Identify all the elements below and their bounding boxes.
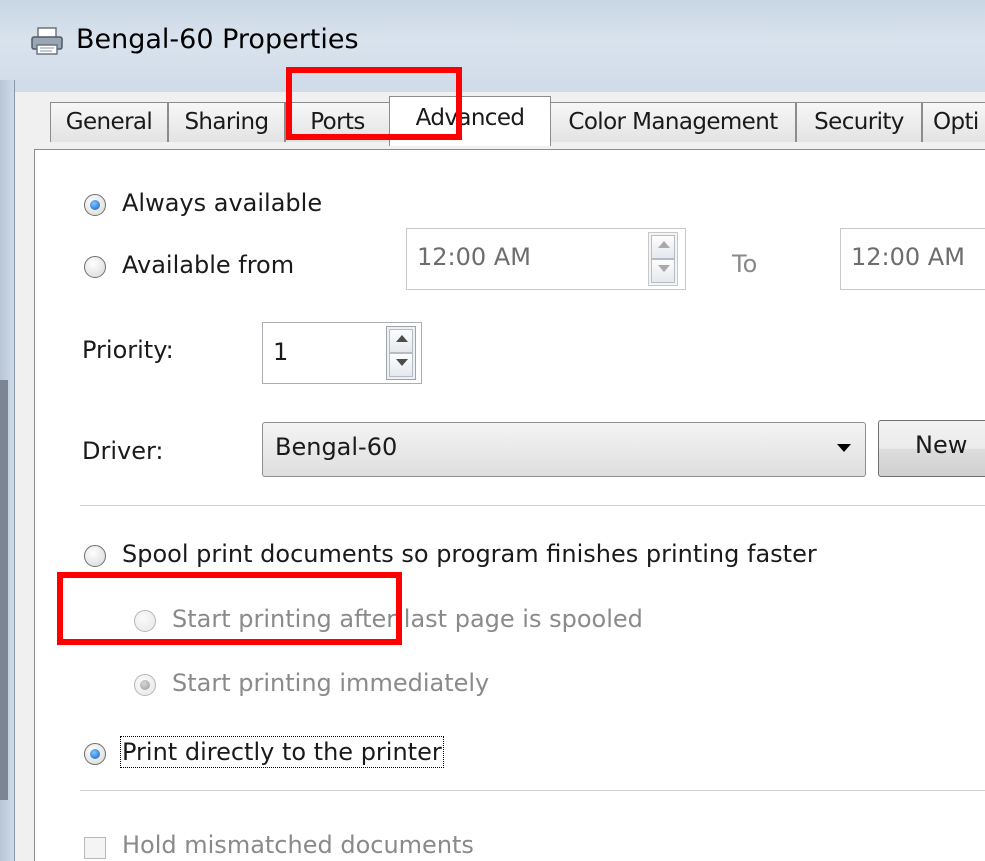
printer-icon [31, 27, 63, 55]
always-available-radio[interactable] [84, 194, 106, 216]
spool-label[interactable]: Spool print documents so program finishe… [122, 540, 817, 568]
separator [80, 505, 985, 506]
priority-label: Priority: [82, 336, 174, 364]
start-immediately-radio[interactable] [134, 674, 156, 696]
print-directly-label[interactable]: Print directly to the printer [120, 736, 444, 768]
tab-color-management[interactable]: Color Management [550, 102, 796, 142]
priority-down-button[interactable] [389, 353, 413, 377]
arrow-up-icon [396, 335, 408, 342]
from-time-up-button[interactable] [651, 235, 675, 259]
window-title: Bengal-60 Properties [76, 24, 359, 55]
arrow-up-icon [658, 241, 670, 248]
highlight-box-spool-option [57, 572, 402, 645]
separator [80, 790, 985, 791]
hold-mismatched-checkbox[interactable] [84, 837, 106, 859]
priority-spinner[interactable] [386, 326, 416, 380]
to-time-field[interactable]: 12:00 AM [840, 228, 985, 290]
tab-sharing[interactable]: Sharing [168, 102, 285, 142]
tab-security[interactable]: Security [796, 102, 922, 142]
tab-general[interactable]: General [50, 102, 168, 142]
driver-dropdown[interactable]: Bengal-60 [262, 422, 866, 477]
priority-up-button[interactable] [389, 329, 413, 353]
hold-mismatched-label[interactable]: Hold mismatched documents [122, 831, 474, 859]
tab-options[interactable]: Opti [922, 102, 985, 142]
driver-label: Driver: [82, 437, 164, 465]
driver-selected-value: Bengal-60 [275, 433, 398, 461]
new-driver-button[interactable]: New [878, 420, 985, 477]
arrow-down-icon [396, 359, 408, 367]
highlight-box-tabs [286, 67, 462, 140]
print-directly-radio[interactable] [84, 743, 106, 765]
arrow-down-icon [658, 265, 670, 273]
from-time-spinner[interactable] [648, 232, 678, 286]
chevron-down-icon [837, 444, 851, 452]
start-immediately-label[interactable]: Start printing immediately [172, 669, 489, 697]
to-label: To [732, 250, 758, 278]
available-from-label[interactable]: Available from [122, 251, 294, 279]
window-frame-shadow [0, 380, 8, 800]
from-time-down-button[interactable] [651, 259, 675, 283]
spool-radio[interactable] [84, 545, 106, 567]
available-from-radio[interactable] [84, 256, 106, 278]
from-time-field[interactable]: 12:00 AM [406, 228, 686, 290]
always-available-label[interactable]: Always available [122, 189, 322, 217]
